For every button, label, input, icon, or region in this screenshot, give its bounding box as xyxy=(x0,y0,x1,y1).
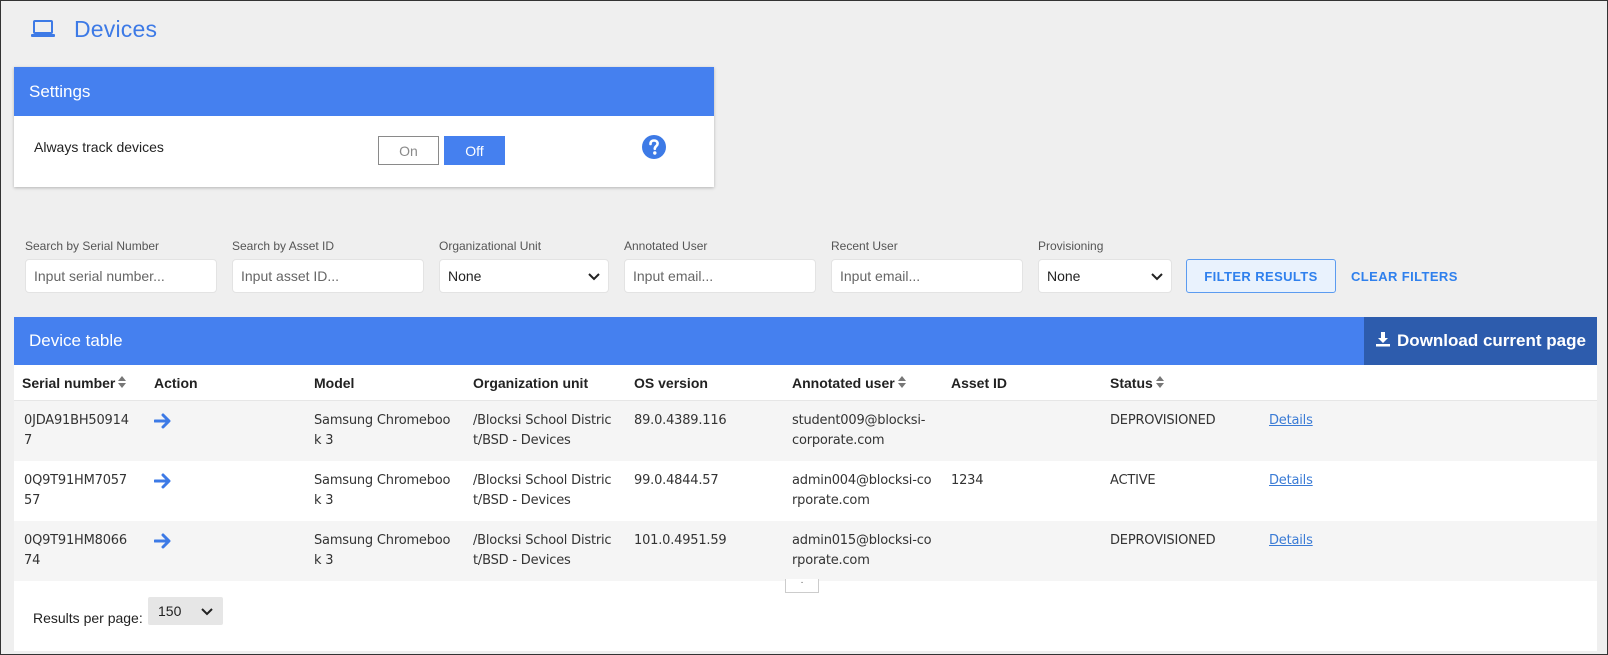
table-row: 0Q9T91HM705757 Samsung Chromebook 3 /Blo… xyxy=(14,461,1597,521)
recent-user-filter: Recent User xyxy=(831,238,1023,293)
model-cell: Samsung Chromebook 3 xyxy=(314,473,451,508)
details-link[interactable]: Details xyxy=(1269,411,1313,431)
clear-filters-button[interactable]: CLEAR FILTERS xyxy=(1351,259,1458,293)
filter-bar: Search by Serial Number Search by Asset … xyxy=(0,238,1608,298)
provisioning-select[interactable]: None xyxy=(1038,259,1172,293)
col-os-version: OS version xyxy=(634,375,708,391)
serial-filter: Search by Serial Number xyxy=(25,238,217,293)
os-version-cell: 89.0.4389.116 xyxy=(634,413,727,428)
arrow-right-icon[interactable] xyxy=(153,413,172,436)
org-unit-filter: Organizational Unit None xyxy=(439,238,609,293)
details-link[interactable]: Details xyxy=(1269,471,1313,491)
org-unit-cell: /Blocksi School District/BSD - Devices xyxy=(473,533,612,568)
device-table-panel: Device table Download current page Seria… xyxy=(14,317,1597,651)
annotated-user-cell: admin015@blocksi-corporate.com xyxy=(792,533,932,568)
settings-title: Settings xyxy=(29,81,91,101)
model-cell: Samsung Chromebook 3 xyxy=(314,533,451,568)
laptop-icon xyxy=(30,19,56,39)
arrow-right-icon[interactable] xyxy=(153,473,172,496)
track-off-button[interactable]: Off xyxy=(444,136,505,165)
col-annotated-user[interactable]: Annotated user xyxy=(792,365,906,401)
org-unit-select[interactable]: None xyxy=(439,259,609,293)
settings-body: Always track devices On Off xyxy=(14,116,714,187)
download-current-page-button[interactable]: Download current page xyxy=(1364,317,1597,365)
page-header: Devices xyxy=(30,14,157,44)
col-annotated-user-label: Annotated user xyxy=(792,375,895,391)
details-link[interactable]: Details xyxy=(1269,531,1313,551)
recent-user-label: Recent User xyxy=(831,239,898,253)
chevron-down-icon xyxy=(201,603,213,619)
serial-search-input[interactable] xyxy=(25,259,217,293)
col-action: Action xyxy=(154,375,198,391)
results-per-page-label: Results per page: xyxy=(33,610,143,626)
model-cell: Samsung Chromebook 3 xyxy=(314,413,451,448)
col-organization-unit: Organization unit xyxy=(473,375,589,391)
provisioning-value: None xyxy=(1047,268,1081,284)
settings-header: Settings xyxy=(14,67,714,116)
serial-cell: 0JDA91BH509147 xyxy=(24,413,129,448)
col-asset-id: Asset ID xyxy=(951,375,1008,391)
status-cell: DEPROVISIONED xyxy=(1110,533,1216,548)
device-table-header: Device table Download current page xyxy=(14,317,1597,365)
device-table-title: Device table xyxy=(29,331,123,350)
sort-icon xyxy=(1155,375,1164,391)
chevron-down-icon xyxy=(1151,268,1163,284)
asset-filter: Search by Asset ID xyxy=(232,238,424,293)
annotated-user-input[interactable] xyxy=(624,259,816,293)
os-version-cell: 101.0.4951.59 xyxy=(634,533,727,548)
serial-cell: 0Q9T91HM705757 xyxy=(24,473,127,508)
table-row: 0Q9T91HM806674 Samsung Chromebook 3 /Blo… xyxy=(14,521,1597,581)
status-cell: ACTIVE xyxy=(1110,473,1156,488)
os-version-cell: 99.0.4844.57 xyxy=(634,473,719,488)
asset-id-cell: 1234 xyxy=(951,473,984,488)
arrow-right-icon[interactable] xyxy=(153,533,172,556)
column-header-row: Serial number Action Model Organization … xyxy=(14,365,1597,401)
provisioning-label: Provisioning xyxy=(1038,239,1104,253)
results-per-page-select[interactable]: 150 xyxy=(148,597,223,625)
asset-search-input[interactable] xyxy=(232,259,424,293)
col-status-label: Status xyxy=(1110,375,1153,391)
download-label: Download current page xyxy=(1397,331,1586,350)
col-serial-label: Serial number xyxy=(22,375,116,391)
serial-cell: 0Q9T91HM806674 xyxy=(24,533,127,568)
question-circle-icon[interactable] xyxy=(641,134,667,165)
annotated-user-cell: admin004@blocksi-corporate.com xyxy=(792,473,932,508)
page-title: Devices xyxy=(74,15,158,42)
scroll-indicator[interactable]: · xyxy=(785,578,819,593)
annotated-user-filter: Annotated User xyxy=(624,238,816,293)
org-unit-value: None xyxy=(448,268,482,284)
settings-panel: Settings Always track devices On Off xyxy=(14,67,714,187)
sort-icon xyxy=(118,375,127,391)
filter-results-button[interactable]: FILTER RESULTS xyxy=(1186,259,1336,293)
org-unit-cell: /Blocksi School District/BSD - Devices xyxy=(473,413,612,448)
chevron-down-icon xyxy=(588,268,600,284)
results-per-page-value: 150 xyxy=(158,603,182,619)
col-status[interactable]: Status xyxy=(1110,365,1164,401)
serial-filter-label: Search by Serial Number xyxy=(25,239,160,253)
track-on-button[interactable]: On xyxy=(378,136,439,165)
annotated-user-cell: student009@blocksi-corporate.com xyxy=(792,413,926,448)
recent-user-input[interactable] xyxy=(831,259,1023,293)
download-icon xyxy=(1375,331,1391,352)
col-model: Model xyxy=(314,375,355,391)
annotated-user-label: Annotated User xyxy=(624,239,708,253)
always-track-label: Always track devices xyxy=(34,139,164,155)
asset-filter-label: Search by Asset ID xyxy=(232,239,335,253)
org-unit-cell: /Blocksi School District/BSD - Devices xyxy=(473,473,612,508)
status-cell: DEPROVISIONED xyxy=(1110,413,1216,428)
table-row: 0JDA91BH509147 Samsung Chromebook 3 /Blo… xyxy=(14,401,1597,461)
org-unit-label: Organizational Unit xyxy=(439,239,542,253)
provisioning-filter: Provisioning None xyxy=(1038,238,1172,293)
col-serial-number[interactable]: Serial number xyxy=(22,365,127,401)
sort-icon xyxy=(897,375,906,391)
